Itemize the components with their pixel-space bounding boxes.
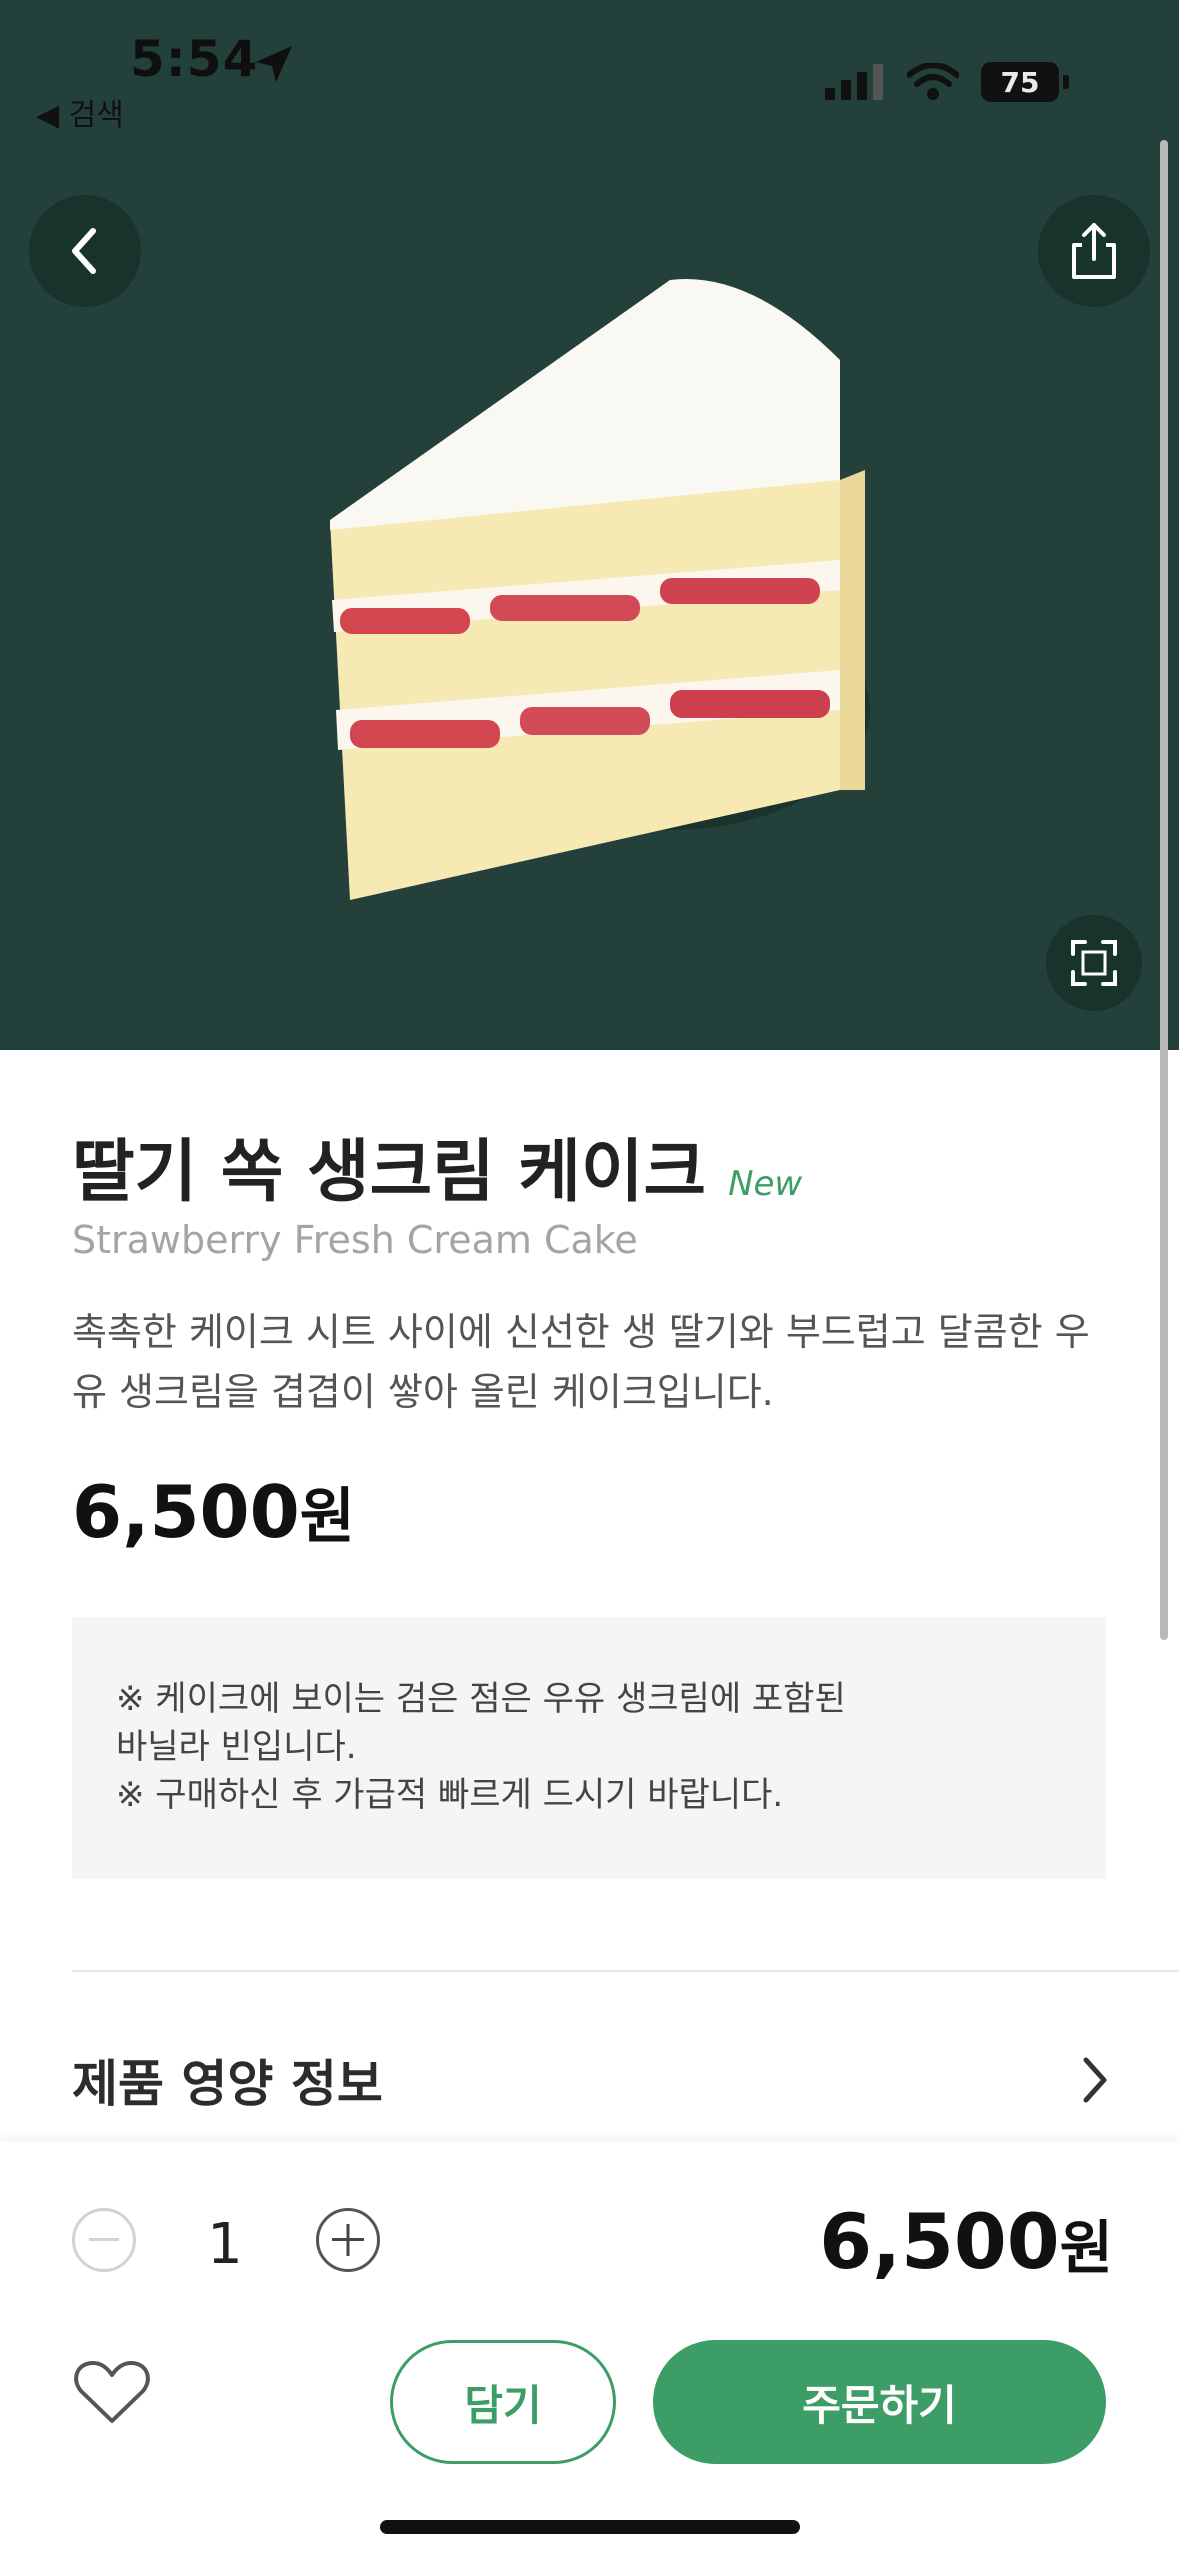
divider <box>72 1970 1179 1972</box>
quantity-decrease-button[interactable] <box>72 2208 136 2272</box>
notice-line: ※ 케이크에 보이는 검은 점은 우유 생크림에 포함된 <box>116 1679 846 1719</box>
quantity-value: 1 <box>207 2212 243 2277</box>
nutrition-info-label: 제품 영양 정보 <box>72 2055 383 2113</box>
total-unit: 원 <box>1059 2214 1113 2282</box>
product-hero: 5:54 ◀ 검색 75 <box>0 0 1179 1050</box>
total-amount: 6,500 <box>819 2197 1060 2286</box>
quantity-increase-button[interactable] <box>316 2208 380 2272</box>
product-description: 촉촉한 케이크 시트 사이에 신선한 생 딸기와 부드럽고 달콤한 우유 생크림… <box>72 1310 1090 1414</box>
favorite-button[interactable] <box>70 2352 154 2432</box>
back-to-search-link[interactable]: ◀ 검색 <box>36 90 124 134</box>
product-title: 딸기 쏙 생크림 케이크 <box>72 1133 707 1212</box>
notice-line: ※ 구매하신 후 가급적 빠르게 드시기 바랍니다. <box>116 1775 784 1815</box>
nutrition-info-row[interactable]: 제품 영양 정보 <box>72 2025 1112 2135</box>
status-indicators: 75 <box>825 62 1069 102</box>
home-indicator[interactable] <box>380 2520 800 2534</box>
battery-level: 75 <box>1000 65 1040 99</box>
title-row: 딸기 쏙 생크림 케이크 New <box>72 1116 802 1215</box>
order-bar: 1 6,500원 담기 주문하기 <box>0 2142 1179 2556</box>
cellular-signal-icon <box>825 64 883 100</box>
battery-cap <box>1063 75 1069 89</box>
plus-circle-icon <box>332 2224 364 2256</box>
total-price: 6,500원 <box>819 2197 1113 2286</box>
expand-icon <box>1071 940 1117 986</box>
share-button[interactable] <box>1038 195 1150 307</box>
battery-icon: 75 <box>981 62 1059 102</box>
chevron-left-icon <box>72 228 96 274</box>
price-unit: 원 <box>299 1482 355 1552</box>
status-time: 5:54 <box>130 30 259 88</box>
expand-image-button[interactable] <box>1046 915 1142 1011</box>
strawberry-cake-image <box>330 279 870 900</box>
product-price: 6,500원 <box>72 1468 355 1555</box>
price-amount: 6,500 <box>72 1470 300 1554</box>
product-english-name: Strawberry Fresh Cream Cake <box>72 1218 638 1262</box>
location-arrow-icon <box>256 46 292 82</box>
minus-circle-icon <box>89 2238 119 2241</box>
heart-outline-icon <box>74 2361 150 2423</box>
wifi-icon <box>907 63 959 100</box>
back-button[interactable] <box>29 195 141 307</box>
order-button[interactable]: 주문하기 <box>653 2340 1106 2464</box>
chevron-right-icon <box>1083 2057 1107 2103</box>
add-to-cart-button[interactable]: 담기 <box>390 2340 616 2464</box>
notice-box: ※ 케이크에 보이는 검은 점은 우유 생크림에 포함된 바닐라 빈입니다. ※… <box>72 1617 1106 1879</box>
scrollbar[interactable] <box>1160 140 1168 1640</box>
new-badge: New <box>728 1164 803 1204</box>
share-icon <box>1072 223 1116 279</box>
notice-line: 바닐라 빈입니다. <box>116 1727 357 1767</box>
